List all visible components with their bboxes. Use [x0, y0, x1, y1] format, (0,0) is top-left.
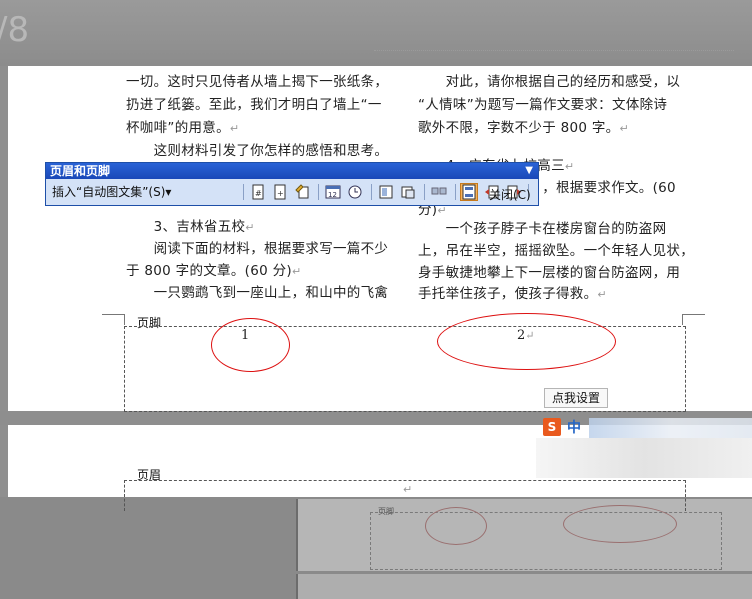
- svg-text:12: 12: [328, 191, 337, 199]
- text-line[interactable]: 一切。这时只见侍者从墙上揭下一张纸条，: [126, 70, 388, 90]
- svg-text:+: +: [277, 189, 284, 198]
- text-line[interactable]: 歌外不限，字数不少于 800 字。↵: [418, 116, 629, 136]
- paragraph-mark: ↵: [597, 288, 607, 301]
- text-content: 手托举住孩子，使孩子得救。: [418, 286, 598, 302]
- toolbar-row: 插入“自动图文集”(S)▾ # + 12: [46, 179, 538, 205]
- text-line[interactable]: 对此，请你根据自己的经历和感受，以: [418, 70, 680, 90]
- text-content: 阅读下面的材料，根据要求写一篇不少: [126, 241, 389, 257]
- page-setup-icon[interactable]: [377, 183, 395, 201]
- toolbar-separator: [424, 184, 425, 200]
- toolbar-separator: [371, 184, 372, 200]
- close-header-footer-button[interactable]: 关闭(C): [489, 186, 531, 203]
- page-preview-thumbnail-2: [296, 574, 752, 599]
- toolbar-title: 页眉和页脚: [50, 164, 111, 178]
- faded-running-header: [374, 50, 734, 61]
- toolbar-separator: [318, 184, 319, 200]
- text-line[interactable]: 手托举住孩子，使孩子得救。↵: [418, 282, 607, 302]
- toolbar-separator: [455, 184, 456, 200]
- text-line[interactable]: 一只鹦鹉飞到一座山上，和山中的飞禽: [126, 281, 388, 301]
- text-content: 身手敏捷地攀上下一层楼的窗台防盗网，用: [418, 265, 681, 281]
- header-footer-toolbar[interactable]: 页眉和页脚 ▼ 插入“自动图文集”(S)▾ # + 12: [45, 162, 539, 206]
- text-line[interactable]: 杯咖啡”的用意。↵: [126, 116, 239, 136]
- paragraph-mark: ↵: [229, 122, 240, 135]
- insert-autotext-button[interactable]: 插入“自动图文集”(S)▾: [52, 183, 171, 200]
- insert-date-icon[interactable]: 12: [324, 183, 342, 201]
- text-content: 一个孩子脖子卡在楼房窗台的防盗网: [418, 221, 667, 237]
- paragraph-mark: ↵: [245, 221, 255, 234]
- ime-blurred-controls: [589, 418, 752, 438]
- paragraph-mark: ↵: [291, 265, 302, 278]
- header-paragraph-mark: ↵: [403, 483, 413, 496]
- text-content: 一只鹦鹉飞到一座山上，和山中的飞禽: [126, 285, 389, 301]
- text-line[interactable]: 3、吉林省五校↵: [126, 215, 255, 235]
- text-content: 杯咖啡”的用意。: [126, 120, 230, 136]
- switch-header-footer-icon[interactable]: [460, 183, 478, 201]
- same-as-previous-icon[interactable]: [430, 183, 448, 201]
- corner-page-number: /8: [0, 10, 30, 50]
- insert-time-icon[interactable]: [346, 183, 364, 201]
- crop-mark-right: [682, 314, 705, 325]
- text-content: 上，吊在半空，摇摇欲坠。一个年轻人见状，: [418, 243, 694, 259]
- blurred-region: [536, 438, 752, 478]
- text-content: 歌外不限，字数不少于 800 字。: [418, 120, 620, 136]
- text-line[interactable]: 上，吊在半空，摇摇欲坠。一个年轻人见状，: [418, 239, 694, 259]
- thumbnail-ellipse-left: [425, 507, 487, 545]
- ime-settings-tip[interactable]: 点我设置: [544, 388, 608, 408]
- annotation-ellipse-right: [437, 313, 616, 370]
- format-page-number-icon[interactable]: [293, 183, 311, 201]
- text-line[interactable]: 于 800 字的文章。(60 分)↵: [126, 259, 301, 279]
- insert-page-number-icon[interactable]: #: [249, 183, 267, 201]
- text-line[interactable]: 身手敏捷地攀上下一层楼的窗台防盗网，用: [418, 261, 680, 281]
- svg-text:#: #: [255, 189, 262, 198]
- paragraph-mark: ↵: [564, 160, 575, 173]
- text-line[interactable]: 一个孩子脖子卡在楼房窗台的防盗网: [418, 217, 667, 237]
- show-hide-text-icon[interactable]: [399, 183, 417, 201]
- toolbar-title-bar[interactable]: 页眉和页脚 ▼: [46, 163, 538, 179]
- sogou-logo-icon[interactable]: S: [543, 418, 561, 436]
- text-line[interactable]: 阅读下面的材料，根据要求写一篇不少: [126, 237, 388, 257]
- paragraph-mark: ↵: [619, 122, 629, 135]
- text-content: 于 800 字的文章。(60 分): [126, 263, 292, 279]
- toolbar-separator: [243, 184, 244, 200]
- text-content: 对此，请你根据自己的经历和感受，以: [418, 74, 681, 90]
- ime-mode-toggle[interactable]: 中: [567, 417, 581, 437]
- text-line[interactable]: “人情味”为题写一篇作文要求：文体除诗: [418, 93, 667, 113]
- crop-mark-left: [102, 314, 125, 325]
- ime-toolbar[interactable]: S 中: [541, 416, 752, 438]
- text-line[interactable]: 扔进了纸篓。至此，我们才明白了墙上“一: [126, 93, 382, 113]
- text-content: “人情味”为题写一篇作文要求：文体除诗: [418, 97, 668, 113]
- text-content: 这则材料引发了你怎样的感悟和思考。: [126, 143, 389, 159]
- text-line[interactable]: 这则材料引发了你怎样的感悟和思考。: [126, 139, 388, 159]
- text-content: 扔进了纸篓。至此，我们才明白了墙上“一: [126, 97, 382, 113]
- toolbar-options-icon[interactable]: ▼: [525, 163, 533, 179]
- text-content: 一切。这时只见侍者从墙上揭下一张纸条，: [126, 74, 389, 90]
- insert-page-count-icon[interactable]: +: [271, 183, 289, 201]
- annotation-ellipse-left: [211, 318, 290, 372]
- text-content: 3、吉林省五校: [126, 219, 246, 235]
